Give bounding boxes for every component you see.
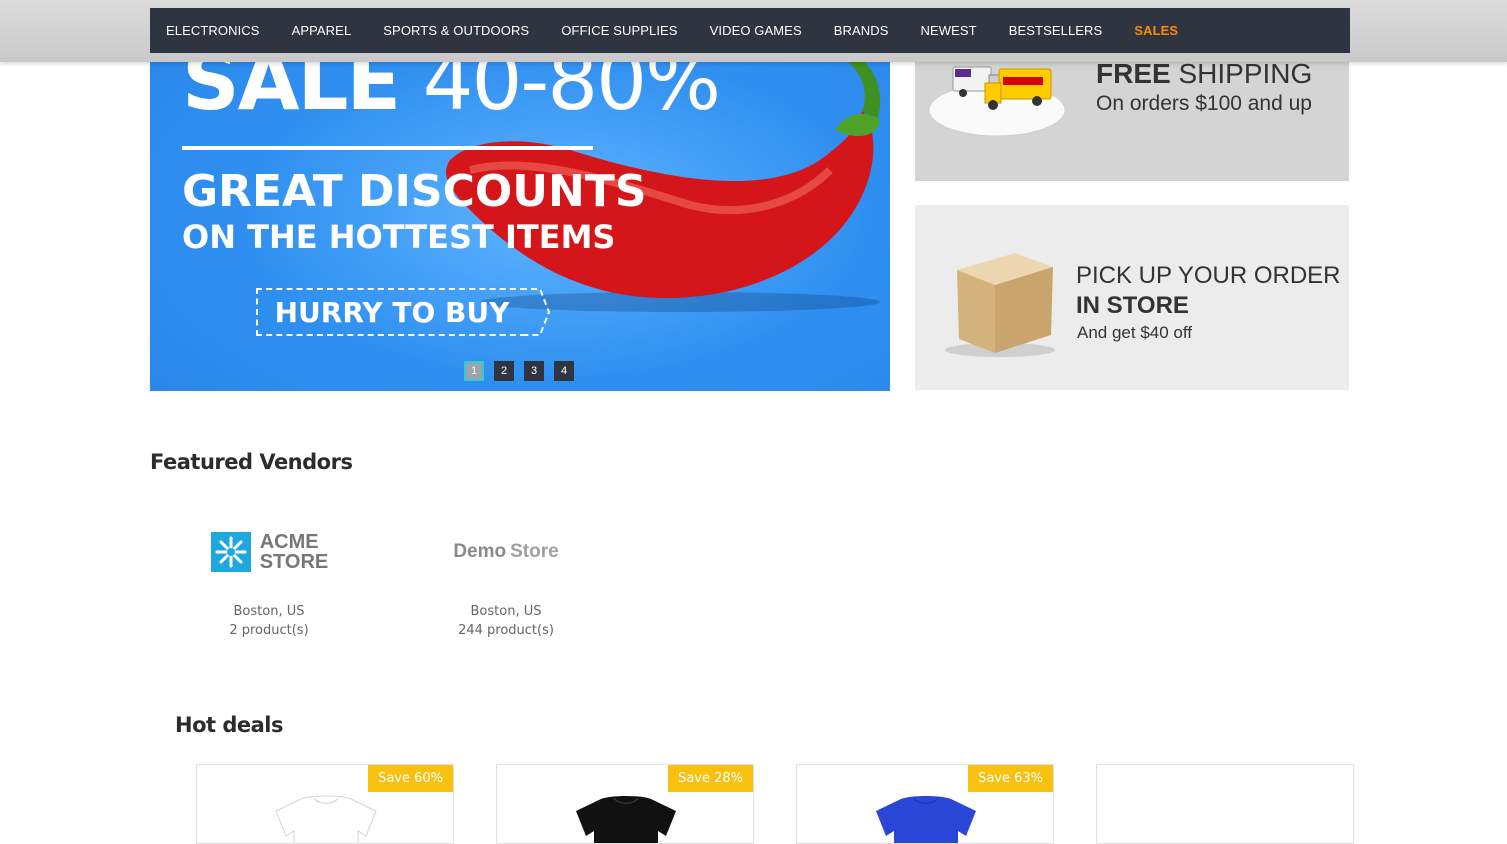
shipping-title-rest: SHIPPING [1178,58,1313,89]
vendor-product-count[interactable]: 244 product(s) [406,621,606,640]
product-card[interactable]: Save 28% [496,764,754,844]
main-nav: ELECTRONICS APPAREL SPORTS & OUTDOORS OF… [150,8,1350,53]
pickup-subtitle: And get $40 off [1077,323,1193,342]
slider-page-1[interactable]: 1 [464,361,484,381]
discount-badge: Save 60% [368,765,453,792]
demo-store-logo: Demo Store [406,522,606,582]
headline-divider [182,146,593,150]
vendor-location: Boston, US [470,604,542,619]
nav-item-apparel[interactable]: APPAREL [292,23,352,38]
pickup-in-store-banner[interactable]: PICK UP YOUR ORDER IN STORE And get $40 … [915,205,1349,390]
slider-page-4[interactable]: 4 [554,361,574,381]
discount-badge: Save 63% [968,765,1053,792]
acme-logo-top: ACME [259,531,319,553]
pickup-title-bold: IN STORE [1076,292,1189,319]
acme-logo-bottom: STORE [259,551,329,573]
demo-logo-word2: Store [510,541,559,562]
pickup-title: PICK UP YOUR ORDER [1076,262,1341,289]
acme-snowflake-icon [210,532,251,572]
blue-tshirt-image [876,796,976,843]
nav-item-video-games[interactable]: VIDEO GAMES [710,23,802,38]
shipping-title: FREE SHIPPING [1096,58,1312,90]
nav-item-sales[interactable]: SALES [1134,23,1178,38]
featured-vendors-heading: Featured Vendors [150,450,353,474]
slider-pagination: 1 2 3 4 [464,361,574,381]
vendor-location: Boston, US [233,604,305,619]
nav-item-electronics[interactable]: ELECTRONICS [166,23,260,38]
product-card[interactable]: Save 60% [196,764,454,844]
discount-headline: GREAT DISCOUNTS [182,166,647,217]
vendor-product-count[interactable]: 2 product(s) [169,621,369,640]
arrow-tip-icon [521,288,550,336]
shipping-title-bold: FREE [1096,58,1171,89]
slider-page-2[interactable]: 2 [494,361,514,381]
nav-item-newest[interactable]: NEWEST [921,23,977,38]
acme-store-logo: ACME STORE [169,522,369,582]
product-card[interactable]: Save 63% [796,764,1054,844]
hurry-to-buy-button[interactable]: HURRY TO BUY [256,288,526,336]
vendor-card-demo-store[interactable]: Demo Store Boston, US 244 product(s) [406,522,606,640]
discount-subheadline: ON THE HOTTEST ITEMS [182,218,616,256]
hot-deals-heading: Hot deals [175,713,284,737]
vendor-card-acme[interactable]: ACME STORE Boston, US 2 product(s) [169,522,369,640]
nav-item-brands[interactable]: BRANDS [834,23,889,38]
black-tshirt-image [576,796,676,843]
demo-logo-word1: Demo [453,541,507,562]
white-tshirt-image [275,795,377,843]
nav-item-office-supplies[interactable]: OFFICE SUPPLIES [561,23,677,38]
shipping-subtitle: On orders $100 and up [1096,92,1312,115]
cardboard-box-image [945,253,1055,357]
discount-badge: Save 28% [668,765,753,792]
product-card[interactable] [1096,764,1354,844]
delivery-trucks-image [928,66,1066,137]
nav-item-bestsellers[interactable]: BESTSELLERS [1009,23,1103,38]
slider-page-3[interactable]: 3 [524,361,544,381]
nav-item-sports-outdoors[interactable]: SPORTS & OUTDOORS [383,23,529,38]
